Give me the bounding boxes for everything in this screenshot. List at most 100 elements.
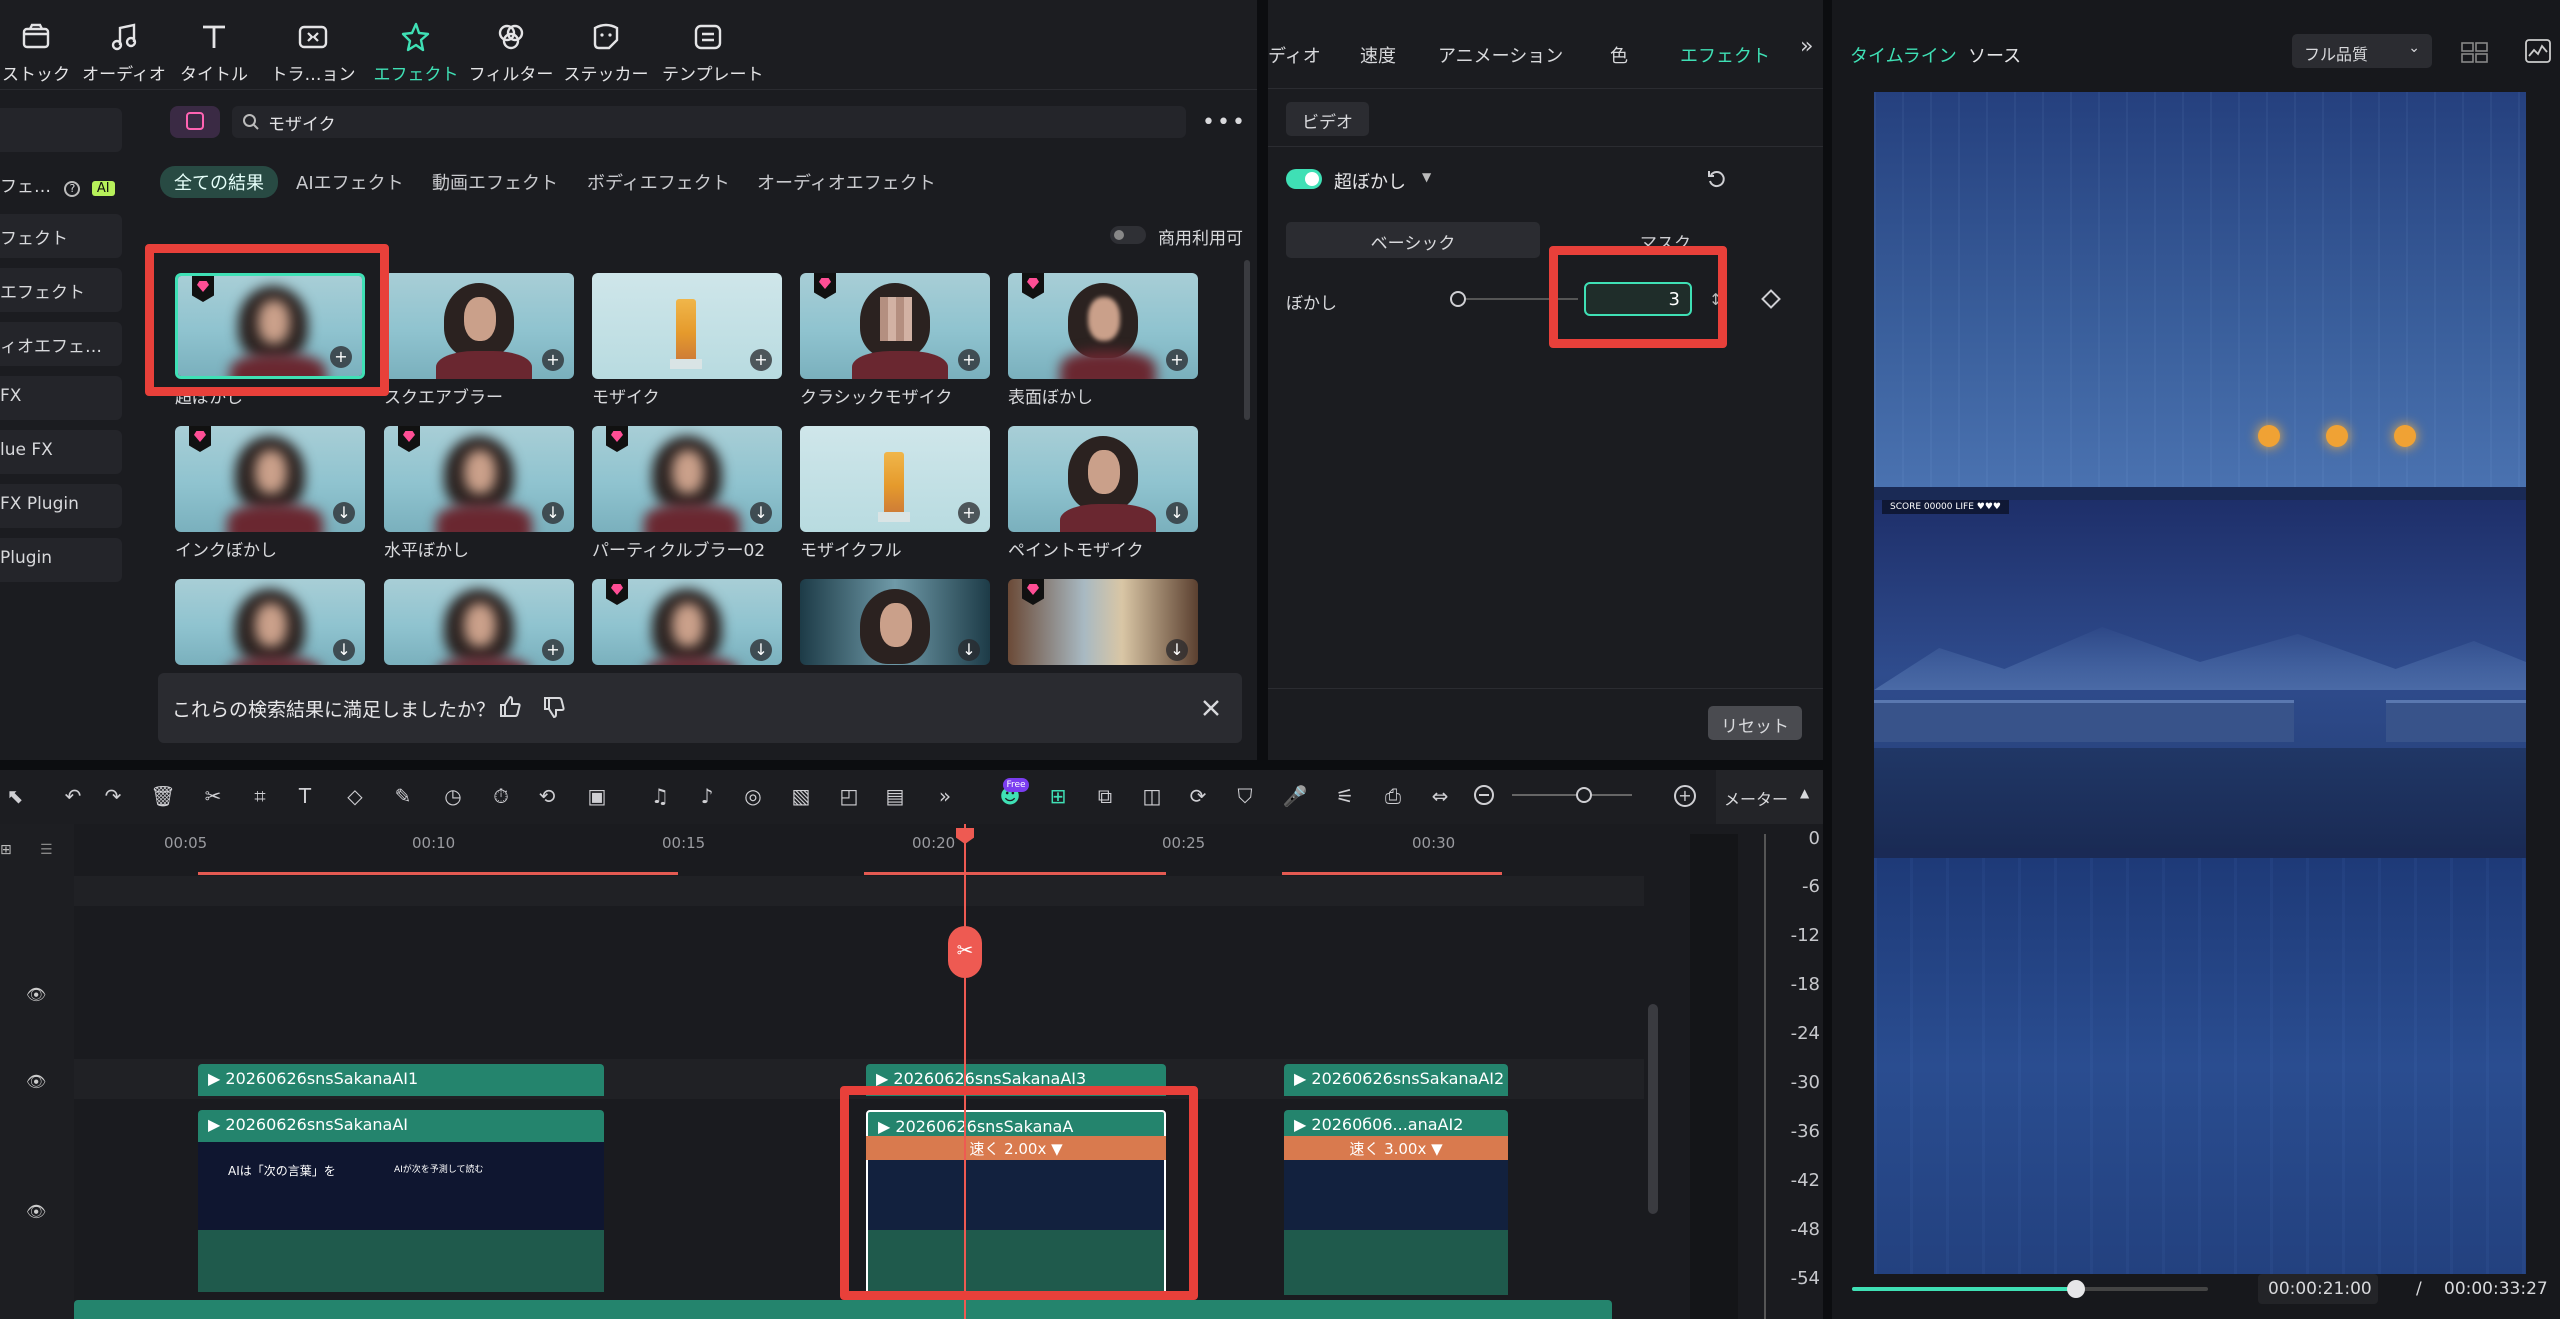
transform-icon[interactable]: ⟲ (532, 784, 562, 812)
text-icon[interactable]: T (290, 784, 320, 812)
nav-item-3[interactable]: ィオエフェ… (0, 322, 122, 366)
effect-thumb-ink-blur[interactable]: ↓ (175, 426, 365, 532)
playback-progress-track[interactable] (1852, 1287, 2208, 1291)
tab-all-results[interactable]: 全ての結果 (160, 166, 278, 198)
effect-thumb-row3-5[interactable]: ↓ (1008, 579, 1198, 665)
freeze-icon[interactable]: ▣ (582, 784, 612, 812)
toolbar-transition[interactable]: トラ…ョン (267, 20, 359, 85)
current-time[interactable]: 00:00:21:00 (2258, 1274, 2378, 1304)
stabilize-icon[interactable]: ▧ (786, 784, 816, 812)
effects-scrollbar[interactable] (1244, 260, 1250, 420)
add-icon[interactable]: + (542, 639, 564, 661)
add-icon[interactable]: + (1166, 349, 1188, 371)
toolbar-filter[interactable]: フィルター (465, 20, 557, 85)
mixer-icon[interactable]: ⚟ (1330, 784, 1360, 812)
download-icon[interactable]: ↓ (333, 502, 355, 524)
undo-reset-icon[interactable] (1706, 168, 1728, 190)
motion-track-icon[interactable]: ◎ (738, 784, 768, 812)
tab-animation[interactable]: アニメーション (1438, 42, 1563, 68)
shield-icon[interactable]: ⛉ (1230, 784, 1260, 812)
clip-main-1[interactable]: ▶ 20260626snsSakanaAI (198, 1110, 604, 1142)
effect-thumb-paint-mosaic[interactable]: ↓ (1008, 426, 1198, 532)
effect-thumb-surface-blur[interactable]: + (1008, 273, 1198, 379)
snapshot-icon[interactable]: ◫ (1137, 784, 1167, 812)
search-input[interactable] (268, 110, 1148, 134)
audio-stretch-icon[interactable]: ♪ (692, 784, 722, 812)
waveform-chart-icon[interactable] (2524, 38, 2552, 64)
eye-icon[interactable]: 👁 (26, 1202, 46, 1221)
ai-audio-icon[interactable]: ♫ (645, 784, 675, 812)
download-icon[interactable]: ↓ (750, 639, 772, 661)
nav-item-1[interactable]: フェクト (0, 214, 122, 258)
eye-icon[interactable]: 👁 (26, 985, 46, 1004)
effect-thumb-mosaic[interactable]: + (592, 273, 782, 379)
expand-panel-icon[interactable]: » (1800, 34, 1813, 59)
redo-icon[interactable]: ↷ (98, 784, 128, 812)
effect-thumb-mosaic-full[interactable]: + (800, 426, 990, 532)
subtab-basic[interactable]: ベーシック (1286, 222, 1540, 258)
clip-top-1[interactable]: ▶ 20260626snsSakanaAI1 (198, 1064, 604, 1096)
toolbar-effects[interactable]: エフェクト (370, 20, 462, 85)
auto-caption-icon[interactable]: ▤ (880, 784, 910, 812)
crop-icon[interactable]: ⌗ (245, 784, 275, 812)
tab-audio-effects[interactable]: オーディオエフェクト (743, 166, 950, 198)
toolbar-sticker[interactable]: ステッカー (560, 20, 652, 85)
video-preview[interactable]: SCORE 00000 LIFE ♥♥♥ (1874, 92, 2526, 1274)
download-icon[interactable]: ↓ (1166, 502, 1188, 524)
download-icon[interactable]: ↓ (542, 502, 564, 524)
mic-icon[interactable]: 🎤 (1280, 784, 1310, 812)
reverse-icon[interactable]: ⟳ (1183, 784, 1213, 812)
effect-thumb-particle-blur[interactable]: ↓ (592, 426, 782, 532)
effect-thumb-horizontal-blur[interactable]: ↓ (384, 426, 574, 532)
clip-main-3-body[interactable] (1284, 1160, 1508, 1295)
toolbar-stock[interactable]: ストック (0, 20, 82, 85)
thumbs-up-icon[interactable] (498, 695, 522, 719)
pen-icon[interactable]: ✎ (388, 784, 418, 812)
playback-progress-handle[interactable] (2067, 1280, 2086, 1298)
tab-effects[interactable]: エフェクト (1680, 42, 1770, 68)
split-scene-icon[interactable]: ⊞ (1043, 784, 1073, 812)
nav-item-6[interactable]: FX Plugin (0, 484, 122, 528)
speed-indicator[interactable]: 速く 3.00x ▼ (1284, 1136, 1508, 1160)
zoom-slider-handle[interactable] (1576, 787, 1592, 803)
effect-thumb-row3-3[interactable]: ↓ (592, 579, 782, 665)
more-tools-icon[interactable]: » (930, 784, 960, 812)
add-track-icon[interactable]: ⊞ (0, 842, 12, 858)
add-icon[interactable]: + (958, 349, 980, 371)
mask-icon[interactable]: ◰ (834, 784, 864, 812)
zoom-out-icon[interactable] (1474, 785, 1494, 805)
render-icon[interactable]: ⎙ (1378, 784, 1408, 812)
add-icon[interactable]: + (958, 502, 980, 524)
reset-button[interactable]: リセット (1708, 706, 1802, 740)
toolbar-template[interactable]: テンプレート (662, 20, 764, 85)
download-icon[interactable]: ↓ (958, 639, 980, 661)
video-section-tab[interactable]: ビデオ (1286, 102, 1369, 136)
nav-item-ai-effects[interactable]: フェ… ? AI (0, 162, 122, 206)
zoom-slider-track[interactable] (1512, 794, 1632, 796)
effect-thumb-row3-4[interactable]: ↓ (800, 579, 990, 665)
tab-ai-effects[interactable]: AIエフェクト (282, 166, 418, 198)
more-options-icon[interactable]: ••• (1202, 110, 1247, 135)
toolbar-title[interactable]: タイトル (168, 20, 260, 85)
download-icon[interactable]: ↓ (1166, 639, 1188, 661)
eye-icon[interactable]: 👁 (26, 1072, 46, 1091)
select-arrow-icon[interactable]: ⬉ (0, 784, 30, 812)
tab-body-effects[interactable]: ボディエフェクト (573, 166, 744, 198)
effect-thumb-square-blur[interactable]: + (384, 273, 574, 379)
add-icon[interactable]: + (750, 349, 772, 371)
close-icon[interactable] (1200, 697, 1222, 719)
audio-clip[interactable] (74, 1300, 1612, 1319)
search-box[interactable] (232, 106, 1186, 138)
add-icon[interactable]: + (542, 349, 564, 371)
delete-icon[interactable]: 🗑 (148, 784, 178, 812)
tab-timeline[interactable]: タイムライン (1850, 42, 1957, 68)
timeline-scrollbar[interactable] (1648, 1004, 1658, 1214)
thumbs-down-icon[interactable] (542, 695, 566, 719)
commercial-use-toggle[interactable] (1110, 226, 1146, 244)
shape-icon[interactable]: ◇ (340, 784, 370, 812)
time-ruler[interactable]: 00:05 00:10 00:15 00:20 00:25 00:30 (74, 824, 1649, 876)
toolbar-audio[interactable]: オーディオ (78, 20, 170, 85)
tab-video-effects[interactable]: 動画エフェクト (418, 166, 572, 198)
library-toggle[interactable] (170, 106, 220, 138)
effect-enable-toggle[interactable] (1286, 169, 1322, 189)
